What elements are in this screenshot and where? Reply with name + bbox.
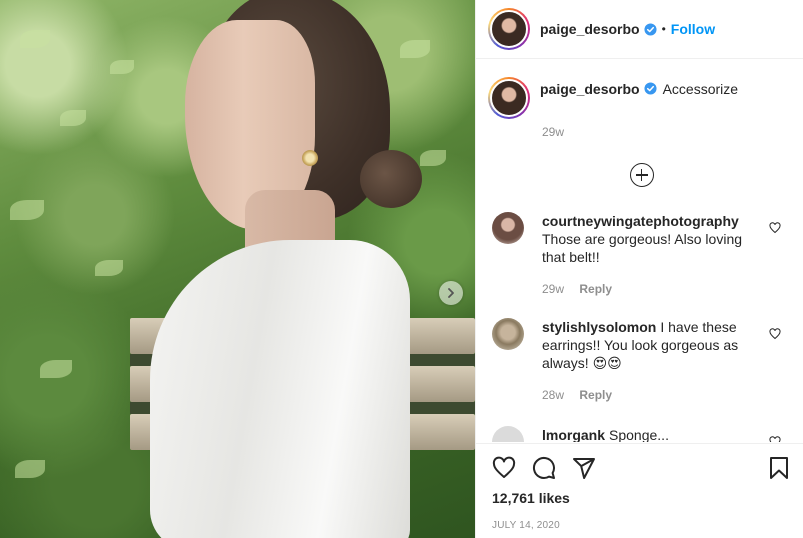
- hair-bun: [360, 150, 422, 208]
- verified-badge-icon: [644, 22, 657, 36]
- avatar[interactable]: [488, 8, 530, 50]
- caption-username[interactable]: paige_desorbo: [540, 81, 640, 97]
- post-actions: 12,761 likes JULY 14, 2020: [476, 443, 803, 538]
- caption-text: Accessorize: [662, 81, 739, 97]
- comment-item: courtneywingatephotography Those are gor…: [476, 212, 803, 298]
- comment-username[interactable]: courtneywingatephotography: [542, 213, 739, 229]
- comment-username[interactable]: lmorgank: [542, 427, 605, 442]
- paper-plane-icon[interactable]: [572, 456, 596, 480]
- comment-avatar[interactable]: [492, 212, 524, 244]
- heart-icon[interactable]: [492, 456, 516, 480]
- carousel-next-button[interactable]: [439, 281, 463, 305]
- bookmark-icon[interactable]: [767, 456, 791, 480]
- comment-username[interactable]: stylishlysolomon: [542, 319, 656, 335]
- caption-timestamp[interactable]: 29w: [542, 125, 803, 139]
- comment-timestamp[interactable]: 29w: [542, 282, 564, 296]
- earring: [302, 150, 318, 166]
- separator-dot: •: [661, 22, 666, 36]
- hedge-leaf: [400, 40, 430, 58]
- person-figure: [0, 0, 422, 538]
- comment-avatar[interactable]: [492, 426, 524, 442]
- comment-item: stylishlysolomon I have these earrings!! …: [476, 318, 803, 404]
- comment-timestamp[interactable]: 28w: [542, 388, 564, 402]
- caption-avatar[interactable]: [488, 77, 530, 119]
- verified-badge-icon: [644, 82, 657, 95]
- post-side-panel: paige_desorbo • Follow paige_desorbo Acc…: [475, 0, 803, 538]
- comment-icon[interactable]: [532, 456, 556, 480]
- reply-button[interactable]: Reply: [579, 388, 612, 402]
- heart-icon[interactable]: [769, 436, 781, 442]
- reply-button[interactable]: Reply: [579, 282, 612, 296]
- like-count[interactable]: 12,761 likes: [492, 490, 803, 506]
- comment-avatar[interactable]: [492, 318, 524, 350]
- post-date[interactable]: JULY 14, 2020: [492, 520, 803, 531]
- heart-icon[interactable]: [769, 222, 781, 234]
- comment-text: Sponge...: [609, 427, 669, 442]
- follow-button[interactable]: Follow: [671, 21, 715, 37]
- header-username[interactable]: paige_desorbo: [540, 21, 640, 37]
- comment-list: courtneywingatephotography Those are gor…: [476, 212, 803, 442]
- comment-item: lmorgank Sponge...: [476, 426, 803, 442]
- white-shirt: [150, 240, 410, 538]
- post-photo[interactable]: [0, 0, 475, 538]
- heart-icon[interactable]: [769, 328, 781, 340]
- post-header: paige_desorbo • Follow: [476, 0, 803, 59]
- chevron-right-icon: [448, 288, 454, 298]
- hedge-leaf: [420, 150, 446, 166]
- comment-text: Those are gorgeous! Also loving that bel…: [542, 231, 743, 265]
- caption: paige_desorbo Accessorize: [476, 59, 803, 119]
- plus-circle-icon[interactable]: [629, 163, 654, 187]
